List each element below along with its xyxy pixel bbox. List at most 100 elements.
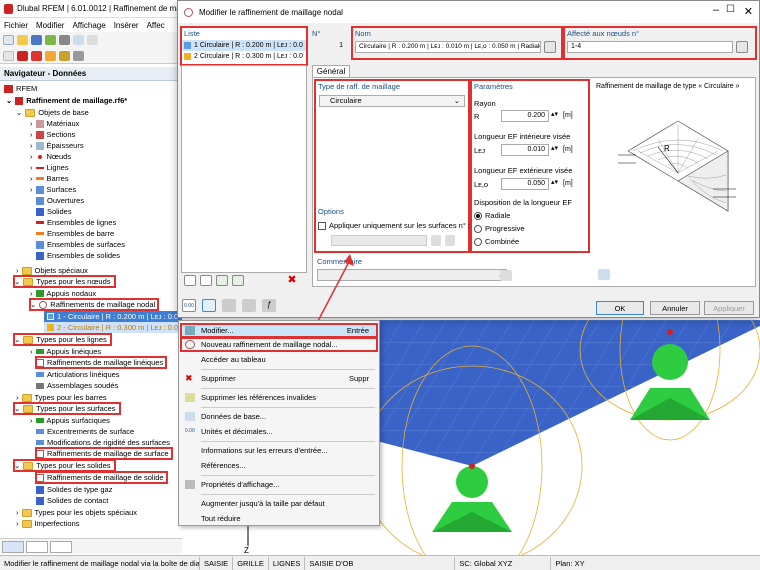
tree-materiaux[interactable]: › Matériaux xyxy=(30,118,79,129)
tree-types-lignes[interactable]: ⌄ Types pour les lignes xyxy=(13,333,112,346)
tree-sections[interactable]: › Sections xyxy=(30,129,75,140)
tree-appuis-lineiques[interactable]: › Appuis linéiques xyxy=(30,346,101,357)
tab-general[interactable]: Général xyxy=(312,65,350,77)
support-sphere[interactable] xyxy=(652,344,688,380)
radio-icon[interactable] xyxy=(474,238,482,247)
status-lignes[interactable]: LIGNES xyxy=(269,556,306,570)
no-field[interactable]: 1 xyxy=(312,41,346,53)
menu-affichage[interactable]: Affichage xyxy=(72,21,105,30)
menu-tableau[interactable]: Accéder au tableau xyxy=(181,353,377,366)
view-icon[interactable] xyxy=(73,50,84,61)
tree-objets-speciaux[interactable]: › Objets spéciaux xyxy=(16,265,88,276)
display-icon[interactable] xyxy=(242,299,256,312)
tree-types-solides[interactable]: ⌄ Types pour les solides xyxy=(13,459,116,472)
menu-references[interactable]: Références... xyxy=(181,459,377,472)
tree-root[interactable]: RFEM xyxy=(4,83,37,94)
tab-display-icon[interactable] xyxy=(26,541,48,553)
tree-raffinements-solide[interactable]: Raffinements de maillage de solide xyxy=(35,471,168,484)
close-icon[interactable]: ✕ xyxy=(744,5,753,18)
tree-solides-gaz[interactable]: Solides de type gaz xyxy=(36,484,112,495)
line-icon[interactable] xyxy=(31,50,42,61)
options-checkbox[interactable]: Appliquer uniquement sur les surfaces n°… xyxy=(318,221,470,231)
select-icon[interactable] xyxy=(3,50,14,61)
menu-nouveau[interactable]: Nouveau raffinement de maillage nodal... xyxy=(180,337,378,352)
tree-ensembles-solides[interactable]: Ensembles de solides xyxy=(36,250,120,261)
radio-icon[interactable] xyxy=(474,225,482,234)
tree-imperfections[interactable]: › Imperfections xyxy=(16,518,80,529)
menu-inserer[interactable]: Insérer xyxy=(114,21,139,30)
menu-augmenter[interactable]: Augmenter jusqu'à la taille par défaut xyxy=(181,497,377,510)
edit-name-icon[interactable] xyxy=(544,41,556,53)
status-saisie[interactable]: SAISIE xyxy=(200,556,234,570)
tree-assemblages-soudes[interactable]: Assemblages soudés xyxy=(36,380,118,391)
maximize-icon[interactable]: ☐ xyxy=(726,4,735,15)
delete-icon[interactable]: ✖ xyxy=(286,275,298,286)
tree-ensembles-surfaces[interactable]: Ensembles de surfaces xyxy=(36,239,125,250)
spin-icon[interactable]: ▴▾ xyxy=(551,110,558,118)
radius-field[interactable]: 0.200 xyxy=(501,110,549,122)
cancel-button[interactable]: Annuler xyxy=(650,301,700,315)
new-item-icon[interactable] xyxy=(184,275,196,286)
tree-types-barres[interactable]: › Types pour les barres xyxy=(16,392,107,403)
pick-icon[interactable] xyxy=(222,299,236,312)
spin-icon[interactable]: ▴▾ xyxy=(551,178,558,186)
type-dropdown[interactable]: Circulaire ⌄ xyxy=(319,95,465,107)
model-icon[interactable] xyxy=(45,35,56,45)
menu-affecter[interactable]: Affec xyxy=(147,21,165,30)
menu-donnees-base[interactable]: Données de base... xyxy=(181,410,377,423)
tree-raffinements-surface[interactable]: Raffinements de maillage de surface xyxy=(35,447,173,460)
tree-types-surfaces[interactable]: ⌄ Types pour les surfaces xyxy=(13,402,121,415)
assigned-nodes-field[interactable]: 1-4 xyxy=(567,41,733,53)
radio-progressive[interactable]: Progressive xyxy=(474,224,525,234)
tree-ensembles-lignes[interactable]: Ensembles de lignes xyxy=(36,217,116,228)
radio-radiale[interactable]: Radiale xyxy=(474,211,510,221)
undo-icon[interactable] xyxy=(87,35,98,45)
comment-library-icon[interactable] xyxy=(500,270,512,281)
support-icon[interactable] xyxy=(59,50,70,61)
units-icon[interactable]: 0.00 xyxy=(182,299,196,312)
radio-combinee[interactable]: Combinée xyxy=(474,237,519,247)
tree-appuis-nodaux[interactable]: › Appuis nodaux xyxy=(30,288,96,299)
tree-solides-contact[interactable]: Solides de contact xyxy=(36,495,108,506)
status-saisie-ob[interactable]: SAISIE D'OB xyxy=(305,556,456,570)
tree-noeuds[interactable]: › Nœuds xyxy=(30,151,71,162)
tree-appuis-surfaciques[interactable]: › Appuis surfaciques xyxy=(30,415,110,426)
tree-raffinements-lineiques[interactable]: Raffinements de maillage linéiques xyxy=(34,356,168,369)
name-field[interactable]: Circulaire | R : 0.200 m | Lᴇᴊ : 0.010 m… xyxy=(355,41,541,53)
tree-ouvertures[interactable]: Ouvertures xyxy=(36,195,84,206)
open-icon[interactable] xyxy=(17,35,28,45)
status-grille[interactable]: GRILLE xyxy=(233,556,269,570)
tree-modifications-rigidite[interactable]: Modifications de rigidité des surfaces xyxy=(36,437,170,448)
menu-reduire[interactable]: Tout réduire xyxy=(181,512,377,525)
tree-objets-de-base[interactable]: ⌄ Objets de base xyxy=(16,107,89,118)
new-icon[interactable] xyxy=(3,35,14,45)
ok-button[interactable]: OK xyxy=(596,301,644,315)
menu-proprietes[interactable]: Propriétés d'affichage... xyxy=(181,478,377,491)
tree-barres[interactable]: › Barres xyxy=(30,173,69,184)
inner-length-field[interactable]: 0.010 xyxy=(501,144,549,156)
node-marker[interactable] xyxy=(469,463,475,469)
copy-item-icon[interactable] xyxy=(200,275,212,286)
checkbox-icon[interactable] xyxy=(318,222,326,231)
sort-icon[interactable] xyxy=(232,275,244,286)
pick-nodes-icon[interactable] xyxy=(736,41,748,53)
tree-articulations-lineiques[interactable]: Articulations linéiques xyxy=(36,369,120,380)
tab-data-icon[interactable] xyxy=(2,541,24,553)
check-icon[interactable] xyxy=(216,275,228,286)
menu-fichier[interactable]: Fichier xyxy=(4,21,28,30)
tree-raffinements-nodal[interactable]: ⌄ Raffinements de maillage nodal xyxy=(28,298,160,311)
print-icon[interactable] xyxy=(59,35,70,45)
tree-types-noeuds[interactable]: ⌄ Types pour les nœuds xyxy=(13,275,116,288)
list-item-2[interactable]: 2 Circulaire | R : 0.300 m | Lᴇᴊ : 0.0 xyxy=(181,51,307,62)
menu-erreurs[interactable]: Informations sur les erreurs d'entrée... xyxy=(181,444,377,457)
minimize-icon[interactable]: – xyxy=(713,4,719,16)
tree-surfaces[interactable]: › Surfaces xyxy=(30,184,76,195)
tree-model[interactable]: ⌄ Raffinement de maillage.rf6* xyxy=(6,95,127,106)
menu-modifier[interactable]: Modifier... Entrée xyxy=(180,323,378,338)
radio-selected-icon[interactable] xyxy=(474,212,482,221)
menu-supprimer-references[interactable]: Supprimer les références invalides xyxy=(181,391,377,404)
tree-lignes[interactable]: › Lignes xyxy=(30,162,69,173)
tree-solides[interactable]: Solides xyxy=(36,206,72,217)
tree-types-objets-speciaux[interactable]: › Types pour les objets spéciaux xyxy=(16,507,137,518)
menu-modifier[interactable]: Modifier xyxy=(36,21,64,30)
